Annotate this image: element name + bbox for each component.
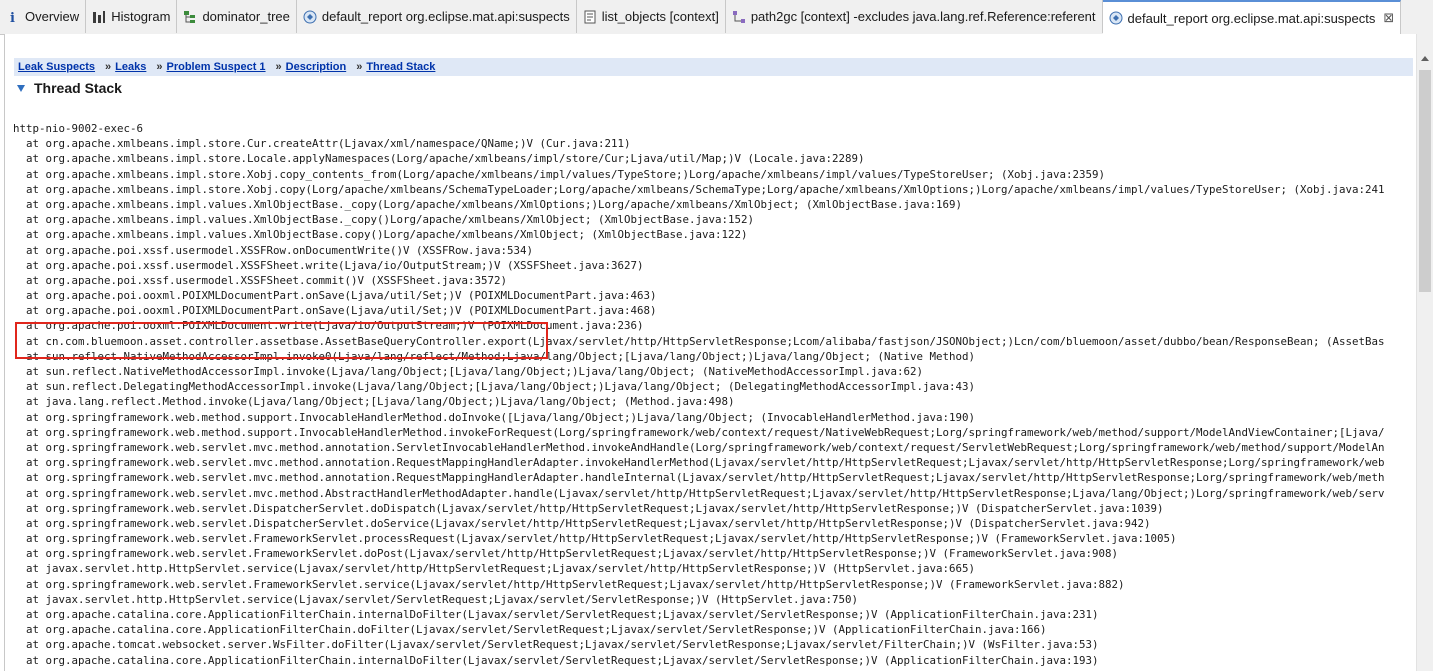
breadcrumb-leak-suspects[interactable]: Leak Suspects <box>18 61 95 73</box>
stack-frame: at javax.servlet.http.HttpServlet.servic… <box>13 592 859 606</box>
stack-frame: at org.springframework.web.servlet.Dispa… <box>13 501 1164 515</box>
tab-label: path2gc [context] -excludes java.lang.re… <box>750 9 1096 24</box>
stack-frame: at org.springframework.web.servlet.mvc.m… <box>13 456 1385 470</box>
stack-frame: at org.springframework.web.servlet.mvc.m… <box>13 440 1385 454</box>
stack-frame: at org.apache.poi.xssf.usermodel.XSSFShe… <box>13 273 508 287</box>
tree-icon <box>183 10 197 24</box>
stack-frame: at org.springframework.web.servlet.Frame… <box>13 577 1125 591</box>
tab-label: Histogram <box>111 9 171 24</box>
stack-frame: at org.apache.catalina.core.ApplicationF… <box>13 653 1099 667</box>
breadcrumb-description[interactable]: Description <box>286 61 347 73</box>
tab-default-report-1[interactable]: default_report org.eclipse.mat.api:suspe… <box>297 0 577 33</box>
svg-text:i: i <box>10 11 15 24</box>
tab-label: default_report org.eclipse.mat.api:suspe… <box>321 9 570 24</box>
breadcrumb-separator: » <box>275 61 282 73</box>
tab-dominator-tree[interactable]: dominator_tree <box>177 0 297 33</box>
report-icon <box>303 10 317 24</box>
tab-histogram[interactable]: Histogram <box>86 0 178 33</box>
stack-frame: at org.apache.poi.xssf.usermodel.XSSFRow… <box>13 243 534 257</box>
stack-frame: at org.springframework.web.servlet.Frame… <box>13 547 1119 561</box>
tab-default-report-2[interactable]: default_report org.eclipse.mat.api:suspe… <box>1102 0 1402 34</box>
breadcrumb-separator: » <box>356 61 363 73</box>
report-icon <box>1109 11 1123 25</box>
scroll-thumb[interactable] <box>1419 70 1431 292</box>
path-icon <box>732 10 746 24</box>
stack-frame: at org.springframework.web.servlet.Dispa… <box>13 516 1151 530</box>
thread-name: http-nio-9002-exec-6 <box>13 122 144 135</box>
vertical-scrollbar[interactable] <box>1416 34 1433 671</box>
tab-overview[interactable]: i Overview <box>0 0 87 33</box>
stack-frame: at org.springframework.web.method.suppor… <box>13 410 976 424</box>
stack-frame: at org.apache.xmlbeans.impl.values.XmlOb… <box>13 228 748 242</box>
section-title[interactable]: Thread Stack <box>17 80 122 96</box>
stack-frame: at org.apache.poi.xssf.usermodel.XSSFShe… <box>13 258 644 272</box>
breadcrumb-separator: » <box>156 61 163 73</box>
editor-tab-bar: i Overview Histogram dominator_tree defa… <box>0 0 1433 35</box>
stack-frame: at java.lang.reflect.Method.invoke(Ljava… <box>13 395 735 409</box>
scroll-up-arrow-icon[interactable] <box>1421 56 1429 61</box>
stack-frame: at org.springframework.web.servlet.Frame… <box>13 532 1177 546</box>
stack-frame: at javax.servlet.http.HttpServlet.servic… <box>13 562 976 576</box>
stack-frame: at org.apache.poi.ooxml.POIXMLDocumentPa… <box>13 304 657 318</box>
close-icon[interactable]: ⊠ <box>1383 11 1394 26</box>
breadcrumb-thread-stack[interactable]: Thread Stack <box>366 61 435 73</box>
stack-frame: at org.apache.xmlbeans.impl.store.Xobj.c… <box>13 182 1385 196</box>
stack-frame: at org.springframework.web.method.suppor… <box>13 425 1385 439</box>
info-icon: i <box>6 10 20 24</box>
collapse-triangle-icon[interactable] <box>17 85 25 92</box>
stack-frame: at org.apache.poi.ooxml.POIXMLDocumentPa… <box>13 289 657 303</box>
section-title-label: Thread Stack <box>34 80 122 96</box>
stack-frame: at org.apache.xmlbeans.impl.values.XmlOb… <box>13 197 963 211</box>
stack-frame: at org.apache.tomcat.websocket.server.Ws… <box>13 638 1099 652</box>
tab-list-objects[interactable]: list_objects [context] <box>577 0 726 33</box>
breadcrumb: Leak Suspects » Leaks » Problem Suspect … <box>14 58 1413 76</box>
tab-path2gc[interactable]: path2gc [context] -excludes java.lang.re… <box>726 0 1103 33</box>
tab-label: default_report org.eclipse.mat.api:suspe… <box>1127 10 1376 26</box>
stack-frame: at org.springframework.web.servlet.mvc.m… <box>13 471 1385 485</box>
stack-frame: at org.apache.xmlbeans.impl.values.XmlOb… <box>13 213 755 227</box>
stack-frame: at org.springframework.web.servlet.mvc.m… <box>13 486 1385 500</box>
stack-frame: at org.apache.catalina.core.ApplicationF… <box>13 623 1047 637</box>
breadcrumb-problem-suspect-1[interactable]: Problem Suspect 1 <box>167 61 266 73</box>
stack-frame: at org.apache.catalina.core.ApplicationF… <box>13 608 1099 621</box>
stack-frame: at sun.reflect.NativeMethodAccessorImpl.… <box>13 365 924 378</box>
stack-frame: at org.apache.xmlbeans.impl.store.Xobj.c… <box>13 167 1106 181</box>
histogram-icon <box>92 10 106 24</box>
stack-frame: at cn.com.bluemoon.asset.controller.asse… <box>13 334 1385 348</box>
stack-frame: at org.apache.xmlbeans.impl.store.Locale… <box>13 152 865 166</box>
tab-label: list_objects [context] <box>601 9 719 24</box>
tab-label: dominator_tree <box>202 9 290 24</box>
report-pane: Leak Suspects » Leaks » Problem Suspect … <box>4 34 1433 671</box>
tab-label: Overview <box>25 9 80 24</box>
stack-frame: at sun.reflect.DelegatingMethodAccessorI… <box>13 380 976 394</box>
breadcrumb-leaks[interactable]: Leaks <box>115 61 146 73</box>
list-icon <box>583 10 597 24</box>
stack-frame: at org.apache.poi.ooxml.POIXMLDocument.w… <box>13 319 644 333</box>
stack-frame: at sun.reflect.NativeMethodAccessorImpl.… <box>13 349 976 363</box>
breadcrumb-separator: » <box>105 61 112 73</box>
thread-stack-text: http-nio-9002-exec-6 at org.apache.xmlbe… <box>13 121 1418 671</box>
stack-frame: at org.apache.xmlbeans.impl.store.Cur.cr… <box>13 137 631 151</box>
